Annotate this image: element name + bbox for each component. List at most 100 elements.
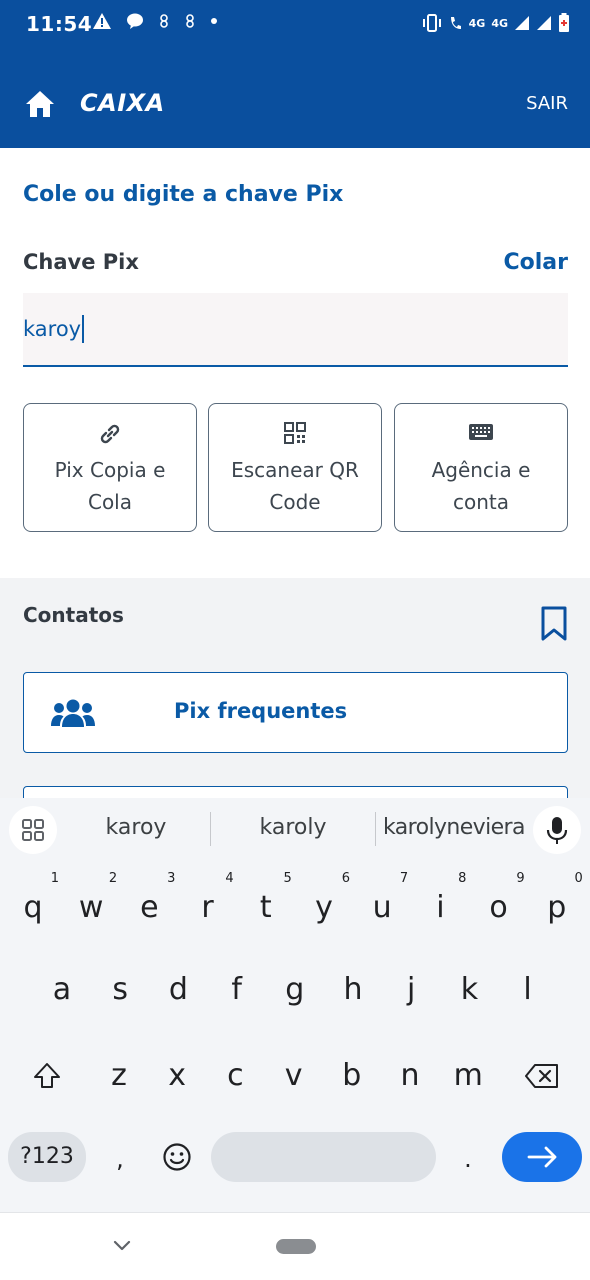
caixa-logo: CAIXA bbox=[80, 89, 165, 117]
key-l[interactable]: l bbox=[502, 960, 554, 1020]
pix-key-form: Cole ou digite a chave Pix Chave Pix Col… bbox=[0, 150, 590, 578]
key-label: g bbox=[285, 972, 305, 1007]
microphone-icon bbox=[546, 817, 568, 844]
keyboard-icon bbox=[469, 424, 493, 440]
option-label-line1: Pix Copia e bbox=[54, 458, 166, 482]
voice-input-button[interactable] bbox=[533, 806, 581, 854]
key-h[interactable]: h bbox=[327, 960, 379, 1020]
key-z[interactable]: z bbox=[93, 1046, 145, 1106]
symbols-key-label: ?123 bbox=[20, 1144, 74, 1169]
soft-keyboard: karoy karoly karolyneviera q1w2e3r4t5y6u… bbox=[0, 798, 590, 1212]
key-hint-number: 3 bbox=[167, 871, 176, 886]
key-hint-number: 9 bbox=[516, 871, 525, 886]
option-label-line2: Code bbox=[269, 490, 321, 514]
key-t[interactable]: t5 bbox=[240, 872, 292, 938]
bookmark-icon[interactable] bbox=[540, 606, 568, 642]
symbols-key[interactable]: ?123 bbox=[8, 1132, 86, 1182]
comma-key[interactable]: , bbox=[94, 1132, 146, 1182]
key-x[interactable]: x bbox=[151, 1046, 203, 1106]
suggestion-1[interactable]: karoy bbox=[96, 815, 176, 840]
option-label-line1: Escanear QR bbox=[231, 458, 359, 482]
key-i[interactable]: i8 bbox=[414, 872, 466, 938]
key-d[interactable]: d bbox=[152, 960, 204, 1020]
group-icon bbox=[51, 699, 95, 727]
suggestion-divider bbox=[210, 812, 211, 846]
key-f[interactable]: f bbox=[211, 960, 263, 1020]
network-type-2: 4G bbox=[491, 16, 508, 30]
pix-key-input[interactable]: karoy bbox=[23, 293, 568, 367]
scan-qr-code-button[interactable]: Escanear QR Code bbox=[208, 403, 382, 532]
paste-button[interactable]: Colar bbox=[504, 250, 569, 275]
keyboard-menu-button[interactable] bbox=[9, 806, 57, 854]
key-label: t bbox=[259, 890, 272, 925]
key-n[interactable]: n bbox=[384, 1046, 436, 1106]
key-label: s bbox=[112, 972, 128, 1007]
key-label: m bbox=[453, 1058, 483, 1093]
logout-button[interactable]: SAIR bbox=[526, 93, 568, 114]
suggestion-2[interactable]: karoly bbox=[248, 815, 338, 840]
key-b[interactable]: b bbox=[326, 1046, 378, 1106]
home-icon[interactable] bbox=[24, 88, 56, 120]
chat-bubble-icon bbox=[127, 13, 143, 29]
option-label-line2: Cola bbox=[87, 490, 132, 514]
warning-icon bbox=[93, 13, 111, 29]
key-label: d bbox=[168, 972, 188, 1007]
text-caret bbox=[82, 315, 84, 343]
key-o[interactable]: o9 bbox=[473, 872, 524, 938]
shift-key[interactable] bbox=[21, 1046, 73, 1106]
key-label: e bbox=[140, 890, 159, 925]
key-label: y bbox=[315, 890, 333, 925]
key-w[interactable]: w2 bbox=[65, 872, 117, 938]
key-label: w bbox=[78, 890, 104, 925]
frequent-pix-button[interactable]: Pix frequentes bbox=[23, 672, 568, 753]
status-bar: 11:54 4G 4G bbox=[0, 0, 590, 50]
key-label: r bbox=[201, 890, 214, 925]
space-key[interactable] bbox=[211, 1132, 436, 1182]
dot-icon bbox=[211, 18, 217, 24]
key-v[interactable]: v bbox=[268, 1046, 320, 1106]
enter-key[interactable] bbox=[502, 1132, 582, 1182]
key-label: n bbox=[400, 1058, 420, 1093]
status-time: 11:54 bbox=[26, 12, 93, 36]
key-label: c bbox=[227, 1058, 244, 1093]
key-label: k bbox=[460, 972, 479, 1007]
backspace-key[interactable] bbox=[516, 1046, 568, 1106]
key-label: z bbox=[111, 1058, 127, 1093]
chevron-down-icon[interactable] bbox=[110, 1233, 134, 1257]
key-label: a bbox=[52, 972, 72, 1007]
key-a[interactable]: a bbox=[36, 960, 88, 1020]
key-s[interactable]: s bbox=[94, 960, 146, 1020]
contacts-section: Contatos Pix frequentes bbox=[0, 578, 590, 806]
key-k[interactable]: k bbox=[443, 960, 495, 1020]
key-hint-number: 7 bbox=[399, 871, 409, 886]
period-key[interactable]: . bbox=[442, 1132, 494, 1182]
pix-key-input-value: karoy bbox=[23, 317, 82, 341]
key-label: u bbox=[372, 890, 392, 925]
emoji-key[interactable] bbox=[151, 1132, 203, 1182]
suggestion-3[interactable]: karolyneviera bbox=[383, 815, 525, 840]
pix-copy-paste-button[interactable]: Pix Copia e Cola bbox=[23, 403, 197, 532]
key-hint-number: 2 bbox=[108, 871, 118, 886]
pix-key-label: Chave Pix bbox=[23, 250, 139, 274]
key-e[interactable]: e3 bbox=[123, 872, 175, 938]
option-label-line1: Agência e bbox=[431, 458, 531, 482]
home-gesture-pill[interactable] bbox=[276, 1239, 316, 1254]
key-hint-number: 8 bbox=[458, 871, 467, 886]
key-j[interactable]: j bbox=[385, 960, 437, 1020]
key-label: h bbox=[343, 972, 363, 1007]
agency-account-button[interactable]: Agência e conta bbox=[394, 403, 568, 532]
key-g[interactable]: g bbox=[269, 960, 321, 1020]
voicemail-icon-2 bbox=[186, 14, 194, 28]
key-label: q bbox=[23, 890, 43, 925]
key-label: v bbox=[284, 1058, 303, 1093]
app-header: CAIXA SAIR bbox=[0, 72, 590, 136]
key-y[interactable]: y6 bbox=[298, 872, 350, 938]
key-q[interactable]: q1 bbox=[7, 872, 59, 938]
frequent-pix-label: Pix frequentes bbox=[174, 699, 348, 723]
key-p[interactable]: p0 bbox=[531, 872, 583, 938]
key-m[interactable]: m bbox=[442, 1046, 494, 1106]
key-c[interactable]: c bbox=[209, 1046, 261, 1106]
voicemail-icon bbox=[160, 14, 168, 28]
key-r[interactable]: r4 bbox=[182, 872, 233, 938]
key-u[interactable]: u7 bbox=[356, 872, 409, 938]
